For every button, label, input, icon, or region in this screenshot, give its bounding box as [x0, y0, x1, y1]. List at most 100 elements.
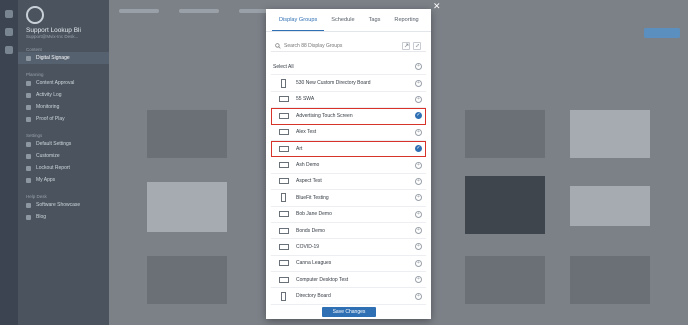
- sidebar-item[interactable]: My Apps: [18, 174, 109, 186]
- close-icon[interactable]: ✕: [433, 2, 441, 11]
- search-bar: [271, 40, 426, 52]
- menu-icon: [26, 214, 31, 220]
- media-thumbnail[interactable]: [465, 176, 545, 234]
- sidebar-item[interactable]: Activity Log: [18, 89, 109, 101]
- media-thumbnail[interactable]: [570, 110, 650, 158]
- action-button[interactable]: [644, 28, 680, 38]
- sidebar-item-label: Activity Log: [36, 92, 62, 98]
- landscape-display-icon: [275, 276, 292, 283]
- add-icon[interactable]: +: [415, 276, 422, 284]
- sidebar-item[interactable]: Blog: [18, 211, 109, 223]
- save-changes-button[interactable]: Save Changes: [322, 307, 376, 317]
- media-thumbnail[interactable]: [147, 256, 227, 304]
- display-group-row[interactable]: Advertising Touch Screen ✓: [271, 108, 426, 125]
- add-icon[interactable]: +: [415, 227, 422, 235]
- tab-reporting[interactable]: Reporting: [387, 9, 425, 31]
- logo-icon: [26, 6, 44, 24]
- display-group-label: Aspect Test: [296, 178, 322, 185]
- add-icon[interactable]: +: [415, 79, 422, 87]
- checkmark-icon[interactable]: ✓: [415, 112, 422, 120]
- media-thumbnail[interactable]: [465, 110, 545, 158]
- tab-display-groups[interactable]: Display Groups: [272, 9, 325, 31]
- select-all-row[interactable]: Select All +: [271, 59, 426, 76]
- checkmark-icon[interactable]: ✓: [415, 145, 422, 153]
- display-group-row[interactable]: Computer Desktop Test +: [271, 272, 426, 289]
- display-group-row[interactable]: Canna Leagues +: [271, 256, 426, 273]
- display-group-row[interactable]: COVID-19 +: [271, 239, 426, 256]
- sidebar-nav: Content Digital Signage Planning Content Ap…: [18, 47, 109, 223]
- display-group-row[interactable]: BlueFit Testing +: [271, 190, 426, 207]
- display-group-row[interactable]: Aspect Test +: [271, 174, 426, 191]
- media-thumbnail[interactable]: [570, 186, 650, 226]
- display-group-label: Ash Demo: [296, 162, 320, 169]
- display-group-row[interactable]: Bob Jane Demo +: [271, 207, 426, 223]
- top-bar-item[interactable]: [119, 9, 159, 13]
- display-group-label: Advertising Touch Screen: [296, 112, 353, 119]
- display-group-label: BlueFit Testing: [296, 194, 329, 201]
- display-group-label: Bob Jane Demo: [296, 211, 332, 218]
- top-bar-item[interactable]: [179, 9, 219, 13]
- media-thumbnail[interactable]: [147, 110, 227, 158]
- media-thumbnail[interactable]: [465, 256, 545, 304]
- brand-title: Support Lookup Bli: [26, 27, 81, 34]
- add-icon[interactable]: +: [415, 259, 422, 267]
- media-thumbnail[interactable]: [147, 182, 227, 232]
- add-icon[interactable]: +: [415, 194, 422, 202]
- sidebar: Support Lookup Bli Support@Mvix-Inc Desk…: [18, 0, 109, 325]
- search-input[interactable]: [284, 42, 399, 49]
- sidebar-item-label: My Apps: [36, 177, 56, 183]
- sidebar-item[interactable]: Default Settings: [18, 138, 109, 150]
- add-icon[interactable]: +: [415, 177, 422, 185]
- add-icon[interactable]: +: [415, 210, 422, 218]
- sidebar-item[interactable]: Customize: [18, 150, 109, 162]
- landscape-display-icon: [275, 145, 292, 152]
- display-group-row[interactable]: 55 SWA +: [271, 92, 426, 109]
- display-group-label: Canna Leagues: [296, 260, 332, 267]
- add-icon[interactable]: +: [415, 161, 422, 169]
- landscape-display-icon: [275, 243, 292, 250]
- expand-icon[interactable]: [402, 41, 410, 50]
- modal-tabs: Display Groups Schedule Tags Reporting: [266, 9, 431, 32]
- cloud-icon[interactable]: [5, 10, 13, 18]
- display-group-row[interactable]: Bonds Demo +: [271, 223, 426, 240]
- display-group-row[interactable]: Art ✓: [271, 140, 426, 158]
- sidebar-item-label: Default Settings: [36, 141, 72, 147]
- add-icon[interactable]: +: [415, 63, 422, 71]
- display-group-row[interactable]: 530 New Custom Directory Board +: [271, 75, 426, 92]
- brand: Support Lookup Bli Support@Mvix-Inc Desk…: [18, 0, 109, 39]
- add-icon[interactable]: +: [415, 243, 422, 251]
- landscape-display-icon: [275, 162, 292, 169]
- edit-icon[interactable]: [413, 41, 421, 50]
- sidebar-item-label: Lockout Report: [36, 165, 70, 171]
- display-group-label: Computer Desktop Test: [296, 276, 349, 283]
- tab-tags[interactable]: Tags: [362, 9, 388, 31]
- portrait-display-icon: [275, 193, 292, 203]
- add-icon[interactable]: +: [415, 95, 422, 103]
- tab-schedule[interactable]: Schedule: [324, 9, 361, 31]
- media-thumbnail[interactable]: [570, 256, 650, 304]
- display-group-row[interactable]: Alex Test +: [271, 125, 426, 141]
- sidebar-item-label: Blog: [36, 214, 47, 220]
- display-group-row[interactable]: Directory Board +: [271, 288, 426, 305]
- sidebar-item[interactable]: Content Approval: [18, 77, 109, 89]
- grid-icon[interactable]: [5, 28, 13, 36]
- sidebar-item-label: Digital Signage: [36, 55, 70, 61]
- portrait-display-icon: [275, 291, 292, 301]
- display-group-label: Alex Test: [296, 129, 317, 136]
- add-icon[interactable]: +: [415, 292, 422, 300]
- sidebar-item[interactable]: Software Showcase: [18, 199, 109, 211]
- sidebar-item-label: Customize: [36, 153, 60, 159]
- display-group-list: Select All + 530 New Custom Directory Bo…: [271, 59, 426, 305]
- display-group-label: 530 New Custom Directory Board: [296, 80, 371, 87]
- sidebar-item[interactable]: Lockout Report: [18, 162, 109, 174]
- menu-icon: [26, 141, 31, 147]
- display-group-row[interactable]: Ash Demo +: [271, 157, 426, 174]
- display-group-label: Art: [296, 145, 303, 152]
- bell-icon[interactable]: [5, 46, 13, 54]
- add-icon[interactable]: +: [415, 128, 422, 136]
- sidebar-item[interactable]: Digital Signage: [18, 52, 109, 64]
- sidebar-item[interactable]: Monitoring: [18, 101, 109, 113]
- menu-icon: [26, 55, 31, 61]
- landscape-display-icon: [275, 112, 292, 119]
- sidebar-item[interactable]: Proof of Play: [18, 113, 109, 125]
